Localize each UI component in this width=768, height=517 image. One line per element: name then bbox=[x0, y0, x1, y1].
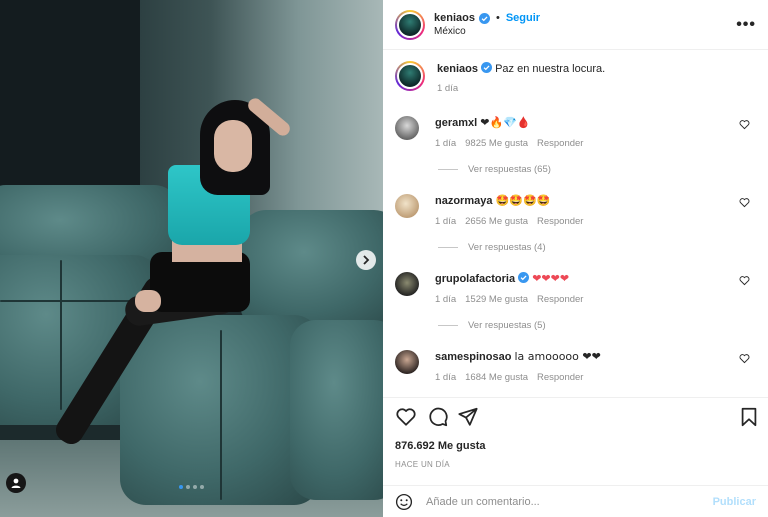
post-caption: keniaos Paz en nuestra locura. 1 día bbox=[395, 61, 755, 94]
comment-text: 🤩🤩🤩🤩 bbox=[495, 194, 551, 207]
view-replies-label: Ver respuestas (65) bbox=[468, 164, 551, 175]
sofa-seat-cushion bbox=[290, 320, 383, 500]
commenter-avatar[interactable] bbox=[395, 350, 419, 374]
comment-item: geramxl ❤🔥💎🩸 1 día 9825 Me gusta Respond… bbox=[395, 115, 760, 149]
post-actions: 876.692 Me gusta HACE UN DÍA Publicar bbox=[383, 397, 768, 517]
post-likes-count[interactable]: 876.692 Me gusta bbox=[395, 440, 486, 452]
more-options-button[interactable]: ••• bbox=[736, 16, 756, 34]
photo-subject-face bbox=[214, 120, 252, 172]
comment-bubble-icon[interactable] bbox=[427, 406, 449, 428]
comment-text: ❤🔥💎🩸 bbox=[480, 116, 531, 129]
reply-button[interactable]: Responder bbox=[537, 138, 583, 149]
caption-text: Paz en nuestra locura. bbox=[495, 63, 606, 75]
caption-time: 1 día bbox=[437, 83, 459, 94]
comment-input[interactable] bbox=[426, 496, 713, 508]
view-replies-label: Ver respuestas (5) bbox=[468, 320, 546, 331]
like-comment-heart-icon[interactable] bbox=[739, 275, 750, 286]
author-username[interactable]: keniaos bbox=[434, 12, 475, 24]
post-side-panel: keniaos • Seguir México ••• keniaos Paz … bbox=[383, 0, 768, 517]
comment-text: ❤❤❤❤ bbox=[532, 272, 570, 285]
tagged-users-button[interactable] bbox=[6, 473, 26, 493]
view-replies-button[interactable]: Ver respuestas (5) bbox=[438, 320, 546, 331]
comment-text: la amooooo ❤❤ bbox=[514, 350, 601, 363]
carousel-next-button[interactable] bbox=[356, 250, 376, 270]
view-replies-button[interactable]: Ver respuestas (65) bbox=[438, 164, 551, 175]
like-comment-heart-icon[interactable] bbox=[739, 197, 750, 208]
comment-time: 1 día bbox=[435, 294, 457, 305]
commenter-avatar[interactable] bbox=[395, 116, 419, 140]
author-avatar[interactable] bbox=[395, 9, 425, 40]
carousel-dot bbox=[179, 485, 183, 489]
comment-item: grupolafactoria ❤❤❤❤ 1 día 1529 Me gusta… bbox=[395, 271, 760, 305]
reply-button[interactable]: Responder bbox=[537, 372, 583, 383]
replies-line bbox=[438, 325, 458, 326]
sofa-crease bbox=[0, 300, 130, 302]
action-icons-row bbox=[395, 406, 760, 430]
verified-badge-icon bbox=[518, 272, 530, 283]
comment-likes[interactable]: 9825 Me gusta bbox=[465, 138, 528, 149]
comment-likes[interactable]: 2656 Me gusta bbox=[465, 216, 528, 227]
share-paper-plane-icon[interactable] bbox=[457, 406, 479, 428]
verified-badge-icon bbox=[478, 12, 490, 24]
reply-button[interactable]: Responder bbox=[537, 216, 583, 227]
carousel-dot bbox=[186, 485, 190, 489]
sofa-back-cushion bbox=[240, 210, 383, 330]
commenter-username[interactable]: samespinosao bbox=[435, 351, 511, 363]
post-photo[interactable] bbox=[0, 0, 383, 517]
comment-item: nazormaya 🤩🤩🤩🤩 1 día 2656 Me gusta Respo… bbox=[395, 193, 760, 227]
header-bullet: • bbox=[495, 12, 500, 24]
comment-time: 1 día bbox=[435, 138, 457, 149]
add-comment-bar: Publicar bbox=[383, 485, 768, 517]
replies-line bbox=[438, 247, 458, 248]
commenter-username[interactable]: grupolafactoria bbox=[435, 273, 515, 285]
sofa-crease bbox=[220, 330, 222, 500]
save-bookmark-icon[interactable] bbox=[738, 406, 760, 428]
instagram-post-modal: keniaos • Seguir México ••• keniaos Paz … bbox=[0, 0, 768, 517]
emoji-smiley-icon[interactable] bbox=[395, 493, 413, 511]
comment-likes[interactable]: 1529 Me gusta bbox=[465, 294, 528, 305]
verified-badge-icon bbox=[481, 62, 493, 73]
sofa-crease bbox=[60, 260, 62, 410]
comment-item: samespinosao la amooooo ❤❤ 1 día 1684 Me… bbox=[395, 349, 760, 383]
caption-username[interactable]: keniaos bbox=[437, 63, 478, 75]
view-replies-button[interactable]: Ver respuestas (4) bbox=[438, 242, 546, 253]
post-header: keniaos • Seguir México ••• bbox=[383, 0, 768, 50]
post-location[interactable]: México bbox=[434, 26, 736, 37]
like-heart-icon[interactable] bbox=[395, 406, 417, 428]
comment-time: 1 día bbox=[435, 216, 457, 227]
post-timestamp: HACE UN DÍA bbox=[395, 460, 450, 469]
carousel-indicator bbox=[0, 485, 383, 489]
carousel-dot bbox=[200, 485, 204, 489]
publish-button[interactable]: Publicar bbox=[713, 496, 756, 508]
caption-author-avatar[interactable] bbox=[395, 61, 425, 91]
follow-button[interactable]: Seguir bbox=[506, 12, 540, 24]
carousel-dot bbox=[193, 485, 197, 489]
view-replies-label: Ver respuestas (4) bbox=[468, 242, 546, 253]
commenter-username[interactable]: geramxl bbox=[435, 117, 477, 129]
comment-time: 1 día bbox=[435, 372, 457, 383]
like-comment-heart-icon[interactable] bbox=[739, 353, 750, 364]
chevron-right-icon bbox=[363, 255, 370, 265]
replies-line bbox=[438, 169, 458, 170]
comments-list[interactable]: keniaos Paz en nuestra locura. 1 día ger… bbox=[383, 51, 768, 396]
commenter-avatar[interactable] bbox=[395, 194, 419, 218]
comment-likes[interactable]: 1684 Me gusta bbox=[465, 372, 528, 383]
like-comment-heart-icon[interactable] bbox=[739, 119, 750, 130]
commenter-username[interactable]: nazormaya bbox=[435, 195, 492, 207]
reply-button[interactable]: Responder bbox=[537, 294, 583, 305]
commenter-avatar[interactable] bbox=[395, 272, 419, 296]
photo-subject-hand bbox=[135, 290, 161, 312]
